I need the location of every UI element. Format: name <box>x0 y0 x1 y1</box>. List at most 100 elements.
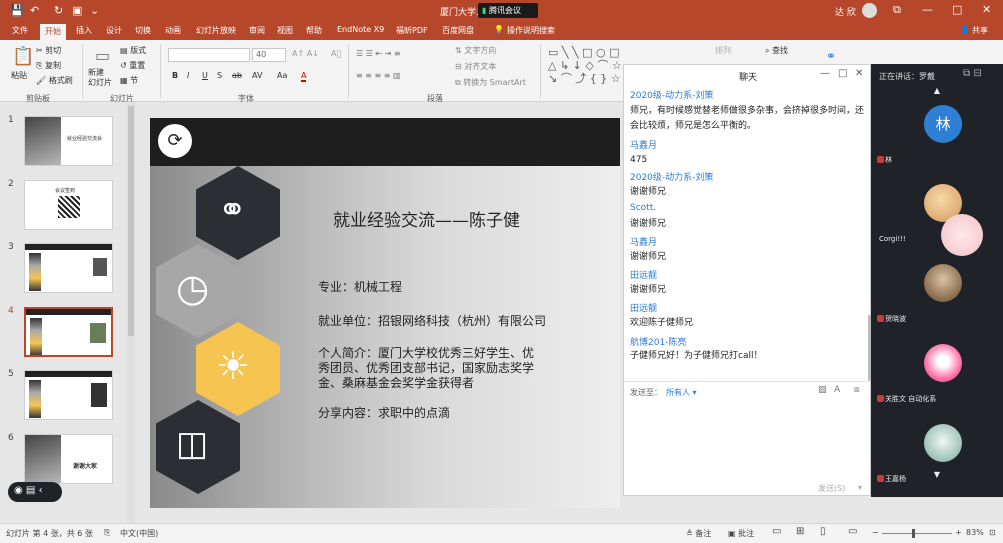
undo-icon[interactable]: ↶ <box>30 4 39 17</box>
chat-close-button[interactable]: ✕ <box>855 68 863 79</box>
scroll-up-icon[interactable]: ▲ <box>871 86 1003 95</box>
floating-meeting-toolbar[interactable]: ◉ ▤ ‹ <box>8 482 62 502</box>
language-indicator[interactable]: 中文(中国) <box>120 528 158 539</box>
text-direction-button[interactable]: ⇅ 文字方向 <box>455 45 496 56</box>
mic-icon[interactable]: ◉ <box>14 485 23 496</box>
clear-format-icon[interactable]: A⃠ <box>331 49 341 58</box>
font-size-select[interactable]: 40 <box>252 48 286 62</box>
slide-title[interactable]: 就业经验交流——陈子健 <box>333 206 520 231</box>
paste-icon[interactable]: 📋 <box>12 46 34 67</box>
arrange-button[interactable]: 排列 <box>715 45 731 56</box>
slide-editor[interactable]: ⟳ ⚭ ◷ ☀ ◫ 就业经验交流——陈子健 专业：机械工程 就业单位：招银网络科… <box>150 118 620 508</box>
chat-icon[interactable]: ▤ <box>26 485 35 496</box>
expand-icon[interactable]: ⧈ <box>854 385 860 395</box>
slide-thumbnail-5[interactable] <box>24 370 113 420</box>
bold-button[interactable]: B <box>172 71 178 80</box>
send-button[interactable]: 发送(S) <box>818 483 845 494</box>
thumbnail-scrollbar[interactable] <box>127 102 135 523</box>
user-name[interactable]: 达 欣 <box>835 5 856 18</box>
slide-line-employer[interactable]: 就业单位：招银网络科技（杭州）有限公司 <box>318 312 546 329</box>
participant-avatar[interactable] <box>924 424 962 462</box>
ribbon-display-icon[interactable]: ⧉ <box>893 3 901 17</box>
slide-thumbnail-1[interactable]: 就业经验交流会 <box>24 116 113 166</box>
tab-file[interactable]: 文件 <box>12 25 28 36</box>
slideshow-icon[interactable]: ▭ <box>848 526 857 537</box>
font-color-button[interactable]: A <box>301 71 307 82</box>
shadow-button[interactable]: S <box>217 71 222 80</box>
zoom-in-button[interactable]: + <box>955 528 962 537</box>
fit-slide-icon[interactable]: ⊡ <box>989 528 996 537</box>
share-button[interactable]: 共享 <box>972 25 988 36</box>
tab-transitions[interactable]: 切换 <box>135 25 151 36</box>
tab-help[interactable]: 帮助 <box>306 25 322 36</box>
reset-button[interactable]: ↺ 重置 <box>120 60 145 71</box>
reading-view-icon[interactable]: ▯ <box>820 526 826 537</box>
slide-sorter-icon[interactable]: ⊞ <box>796 526 804 537</box>
participant-avatar[interactable]: 林 <box>924 105 962 143</box>
view-grid-icon[interactable]: ⧉ ⊟ <box>963 68 982 79</box>
tab-home[interactable]: 开始 <box>40 24 66 40</box>
meeting-indicator[interactable]: ▮ 腾讯会议 <box>478 3 538 18</box>
slide-line-major[interactable]: 专业：机械工程 <box>318 278 402 295</box>
normal-view-icon[interactable]: ▭ <box>772 526 781 537</box>
scrollbar-thumb[interactable] <box>128 106 134 336</box>
find-button[interactable]: ⌕ 查找 <box>765 45 788 56</box>
tab-view[interactable]: 视图 <box>277 25 293 36</box>
collapse-icon[interactable]: ‹ <box>39 485 43 496</box>
slide-line-bio-3[interactable]: 金、桑麻基金会奖学金获得者 <box>318 374 474 391</box>
comments-button[interactable]: ▣ 批注 <box>728 528 754 539</box>
paste-button[interactable]: 粘贴 <box>11 70 27 81</box>
close-button[interactable]: ✕ <box>982 3 991 16</box>
tell-me-search[interactable]: 操作说明搜索 <box>507 25 555 36</box>
italic-button[interactable]: I <box>187 71 189 80</box>
share-icon[interactable]: 👤 <box>960 25 970 34</box>
strikethrough-button[interactable]: ab <box>232 71 242 80</box>
addin-icon[interactable]: ⚭ <box>826 49 836 63</box>
bullets-icon[interactable]: ☰ ☰ ⇤ ⇥ ≡ <box>356 49 401 58</box>
grow-font-icon[interactable]: A↑ A↓ <box>292 49 319 58</box>
smartart-button[interactable]: ⧉ 转换为 SmartArt <box>455 77 526 88</box>
search-icon[interactable]: 💡 <box>494 25 504 34</box>
chat-input[interactable] <box>628 401 866 477</box>
shapes-gallery[interactable]: ▭ ╲ ╲ □ ○ □ △ ↳ ↓ ◇ ⌒ ☆ ↘ ⌒ ⤴ { } ☆ <box>548 46 622 85</box>
tab-insert[interactable]: 插入 <box>76 25 92 36</box>
tab-slideshow[interactable]: 幻灯片放映 <box>196 25 236 36</box>
tab-design[interactable]: 设计 <box>106 25 122 36</box>
participant-avatar[interactable] <box>924 264 962 302</box>
layout-button[interactable]: ▤ 版式 <box>120 45 146 56</box>
zoom-slider[interactable] <box>882 529 952 538</box>
tab-endnote[interactable]: EndNote X9 <box>337 25 384 34</box>
send-to-select[interactable]: 所有人 ▾ <box>666 387 697 398</box>
tab-baidu-netdisk[interactable]: 百度网盘 <box>442 25 474 36</box>
align-icon[interactable]: ≡ ≡ ≡ ≡ ▥ <box>356 71 401 80</box>
customize-qat-icon[interactable]: ⌄ <box>90 4 99 17</box>
align-text-button[interactable]: ⊟ 对齐文本 <box>455 61 496 72</box>
tab-review[interactable]: 审阅 <box>249 25 265 36</box>
slide-line-topic[interactable]: 分享内容：求职中的点滴 <box>318 404 450 421</box>
copy-button[interactable]: ⎘ 复制 <box>36 60 61 71</box>
tab-foxit-pdf[interactable]: 福昕PDF <box>396 25 428 36</box>
redo-icon[interactable]: ↻ <box>54 4 63 17</box>
zoom-slider-thumb[interactable] <box>912 529 915 538</box>
chat-maximize-button[interactable]: □ <box>838 68 847 79</box>
cut-button[interactable]: ✂ 剪切 <box>36 45 61 56</box>
char-spacing-button[interactable]: AV <box>252 71 262 80</box>
slide-thumbnail-3[interactable] <box>24 243 113 293</box>
font-icon[interactable]: A <box>834 385 840 395</box>
underline-button[interactable]: U <box>202 71 208 80</box>
minimize-button[interactable]: — <box>922 3 933 16</box>
tab-animations[interactable]: 动画 <box>165 25 181 36</box>
format-painter-button[interactable]: 🖌 格式刷 <box>36 75 73 86</box>
send-options-icon[interactable]: ▾ <box>858 483 862 492</box>
screenshot-icon[interactable]: ▨ <box>818 385 827 395</box>
change-case-button[interactable]: Aa <box>277 71 287 80</box>
zoom-level[interactable]: 83% <box>966 528 984 537</box>
maximize-button[interactable]: □ <box>952 3 962 16</box>
spellcheck-icon[interactable]: ⎘ <box>104 528 110 538</box>
save-icon[interactable]: 💾 <box>10 4 24 17</box>
slide-thumbnail-4[interactable] <box>24 307 113 357</box>
zoom-out-button[interactable]: − <box>872 528 879 537</box>
new-slide-icon[interactable]: ▭ <box>95 46 110 65</box>
slide-thumbnail-6[interactable]: 谢谢大家 <box>24 434 113 484</box>
new-slide-button[interactable]: 新建 幻灯片 <box>88 68 112 88</box>
